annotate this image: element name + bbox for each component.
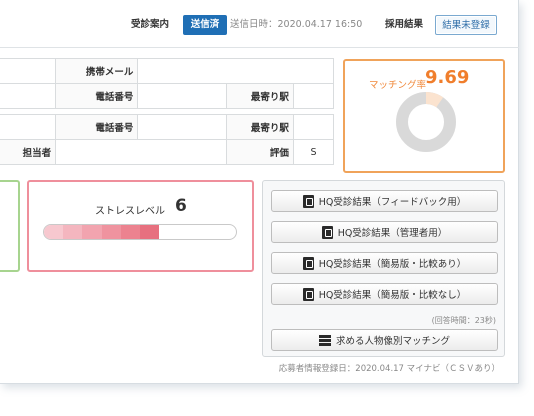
reception-label: 受診案内 [131,19,170,30]
phone-label: 電話番号 [55,83,139,109]
rating-value: S [292,139,335,165]
nearest-station-label: 最寄り駅 [226,114,294,140]
donut-fill [425,92,444,108]
stress-level-card: ストレスレベル 6 [27,180,254,272]
stress-level-bar [43,224,237,240]
staff-label: 担当者 [0,139,57,165]
result-register-button[interactable]: 結果未登録 [435,15,497,35]
hq-simple-compare-pdf-button[interactable]: HQ受診結果（簡易版・比較あり） [271,252,498,274]
registration-info: 応募者情報登録日：2020.04.17 マイナビ（ＣＳＶあり） [278,364,500,374]
hq-feedback-pdf-button[interactable]: HQ受診結果（フィードバック用） [271,190,498,212]
sent-status-badge: 送信済 [183,15,227,35]
donut-track [396,92,456,152]
status-bar: 受診案内 送信済 送信日時：2020.04.17 16:50 採用結果 結果未登… [0,0,519,48]
applicant-detail-panel: 受診案内 送信済 送信日時：2020.04.17 16:50 採用結果 結果未登… [0,0,519,384]
pdf-icon [302,194,314,208]
nearest-station-label: 最寄り駅 [226,83,294,109]
mobile-mail-value [137,58,334,84]
pdf-icon [302,256,314,270]
stress-bar-segment [63,225,83,239]
hq-button-label: HQ受診結果（簡易版・比較なし） [318,290,467,301]
sent-datetime: 送信日時：2020.04.17 16:50 [230,19,363,30]
stress-level-value: 6 [175,196,187,216]
stress-level-bar-fill [44,225,160,239]
result-label: 採用結果 [385,19,424,30]
side-card [0,180,20,272]
stress-bar-segment [82,225,102,239]
nearest-station-value [292,83,335,109]
phone-value [137,83,228,109]
answer-time: (回答時間：23秒) [431,316,496,325]
mobile-mail-label: 携帯メール [55,58,139,84]
stress-level-label: ストレスレベル [95,206,165,217]
stress-bar-segment [120,225,141,239]
hq-admin-pdf-button[interactable]: HQ受診結果（管理者用） [271,221,498,243]
persona-matching-button[interactable]: 求める人物像別マッチング [271,329,498,351]
stress-bar-segment [101,225,121,239]
phone-value [137,114,228,140]
info-cell [0,114,57,140]
hq-button-label: HQ受診結果（フィードバック用） [318,197,467,208]
staff-value [55,139,228,165]
stress-bar-segment [140,225,160,239]
matching-donut-chart [396,92,456,152]
hq-results-panel: HQ受診結果（フィードバック用） HQ受診結果（管理者用） HQ受診結果（簡易版… [262,180,505,357]
info-cell [0,58,57,84]
table-icon [318,334,331,346]
hq-button-label: HQ受診結果（管理者用） [337,228,448,239]
hq-button-label: HQ受診結果（簡易版・比較あり） [318,259,467,270]
stress-bar-segment [44,225,64,239]
phone-label: 電話番号 [55,114,139,140]
persona-matching-label: 求める人物像別マッチング [335,336,450,347]
hq-simple-nocompare-pdf-button[interactable]: HQ受診結果（簡易版・比較なし） [271,283,498,305]
pdf-icon [321,225,333,239]
matching-rate-value: 9.69 [425,67,470,88]
info-cell [0,83,57,109]
rating-label: 評価 [226,139,294,165]
nearest-station-value [292,114,335,140]
applicant-info-table: 携帯メール 電話番号 最寄り駅 電話番号 最寄り駅 担当者 評価 S [0,58,335,165]
matching-rate-card: マッチング率 9.69 [343,59,505,173]
matching-rate-label: マッチング率 [369,80,427,91]
pdf-icon [302,287,314,301]
